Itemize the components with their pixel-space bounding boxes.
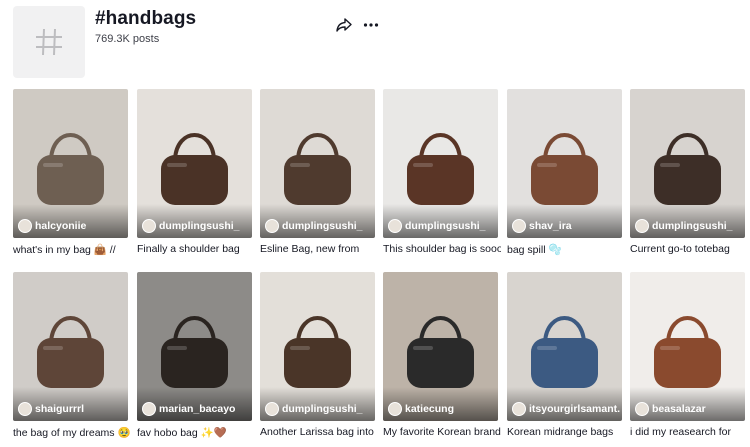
- video-thumbnail[interactable]: dumplingsushi_: [137, 89, 252, 238]
- video-caption[interactable]: what's in my bag 👜 //: [13, 243, 131, 256]
- video-caption[interactable]: fav hobo bag ✨🤎: [137, 426, 255, 439]
- author-row[interactable]: beasalazar: [635, 402, 706, 416]
- author-name: beasalazar: [652, 403, 706, 415]
- avatar: [265, 219, 279, 233]
- author-row[interactable]: dumplingsushi_: [265, 402, 363, 416]
- hashtag-icon: [36, 28, 62, 56]
- author-name: dumplingsushi_: [159, 220, 240, 232]
- author-row[interactable]: marian_bacayo: [142, 402, 235, 416]
- post-count: 769.3K posts: [95, 33, 160, 45]
- page-title: #handbags: [95, 8, 197, 29]
- avatar: [18, 402, 32, 416]
- video-caption[interactable]: My favorite Korean brand: [383, 426, 501, 438]
- author-name: dumplingsushi_: [282, 403, 363, 415]
- avatar: [512, 219, 526, 233]
- video-thumbnail[interactable]: dumplingsushi_: [630, 89, 745, 238]
- video-caption[interactable]: Another Larissa bag into: [260, 426, 378, 438]
- video-card[interactable]: halcyoniie what's in my bag 👜 //: [13, 89, 128, 256]
- avatar: [18, 219, 32, 233]
- video-thumbnail[interactable]: shav_ira: [507, 89, 622, 238]
- video-card[interactable]: dumplingsushi_ Another Larissa bag into: [260, 272, 375, 438]
- video-caption[interactable]: i did my reasearch for: [630, 426, 748, 438]
- avatar: [512, 402, 526, 416]
- video-thumbnail[interactable]: halcyoniie: [13, 89, 128, 238]
- author-row[interactable]: katiecung: [388, 402, 454, 416]
- video-card[interactable]: dumplingsushi_ This shoulder bag is sooo: [383, 89, 501, 255]
- avatar: [635, 402, 649, 416]
- share-button[interactable]: [333, 14, 355, 36]
- video-thumbnail[interactable]: shaigurrrl: [13, 272, 128, 421]
- author-name: halcyoniie: [35, 220, 87, 232]
- author-row[interactable]: itsyourgirlsamant...: [512, 402, 620, 416]
- author-row[interactable]: halcyoniie: [18, 219, 86, 233]
- author-name: shaigurrrl: [35, 403, 85, 415]
- author-name: dumplingsushi_: [282, 220, 363, 232]
- avatar: [142, 402, 156, 416]
- video-card[interactable]: marian_bacayofav hobo bag ✨🤎: [137, 272, 252, 439]
- video-thumbnail[interactable]: dumplingsushi_: [383, 89, 498, 238]
- avatar: [635, 219, 649, 233]
- more-options-button[interactable]: [360, 14, 382, 36]
- avatar: [388, 402, 402, 416]
- author-name: shav_ira: [529, 220, 572, 232]
- hashtag-thumbnail: [13, 6, 85, 78]
- video-card[interactable]: beasalazar i did my reasearch for: [630, 272, 745, 438]
- avatar: [142, 219, 156, 233]
- video-card[interactable]: dumplingsushi_ Current go-to totebag: [630, 89, 745, 255]
- author-name: dumplingsushi_: [652, 220, 733, 232]
- video-thumbnail[interactable]: dumplingsushi_: [260, 272, 375, 421]
- video-caption[interactable]: Finally a shoulder bag: [137, 243, 255, 255]
- video-thumbnail[interactable]: katiecung: [383, 272, 498, 421]
- author-row[interactable]: dumplingsushi_: [265, 219, 363, 233]
- video-caption[interactable]: bag spill 🫧: [507, 243, 625, 256]
- author-name: marian_bacayo: [159, 403, 236, 415]
- video-card[interactable]: katiecung My favorite Korean brand: [383, 272, 501, 438]
- author-row[interactable]: dumplingsushi_: [142, 219, 240, 233]
- author-row[interactable]: shav_ira: [512, 219, 572, 233]
- author-name: katiecung: [405, 403, 455, 415]
- avatar: [265, 402, 279, 416]
- video-card[interactable]: shaigurrrl the bag of my dreams 🥹: [13, 272, 131, 439]
- video-thumbnail[interactable]: beasalazar: [630, 272, 745, 421]
- video-card[interactable]: itsyourgirlsamant... Korean midrange bags: [507, 272, 622, 438]
- author-row[interactable]: dumplingsushi_: [388, 219, 486, 233]
- video-card[interactable]: dumplingsushi_ Finally a shoulder bag: [137, 89, 252, 255]
- video-thumbnail[interactable]: itsyourgirlsamant...: [507, 272, 622, 421]
- author-name: dumplingsushi_: [405, 220, 486, 232]
- video-caption[interactable]: Esline Bag, new from: [260, 243, 378, 255]
- author-row[interactable]: dumplingsushi_: [635, 219, 733, 233]
- author-name: itsyourgirlsamant...: [529, 403, 620, 415]
- hashtag-header: #handbags 769.3K posts: [13, 6, 733, 78]
- avatar: [388, 219, 402, 233]
- video-caption[interactable]: Korean midrange bags: [507, 426, 625, 438]
- video-caption[interactable]: the bag of my dreams 🥹: [13, 426, 131, 439]
- video-thumbnail[interactable]: marian_bacayo: [137, 272, 252, 421]
- video-caption[interactable]: Current go-to totebag: [630, 243, 748, 255]
- video-card[interactable]: shav_irabag spill 🫧: [507, 89, 622, 256]
- more-dots-icon: [363, 23, 379, 27]
- author-row[interactable]: shaigurrrl: [18, 402, 84, 416]
- video-caption[interactable]: This shoulder bag is sooo: [383, 243, 501, 255]
- video-thumbnail[interactable]: dumplingsushi_: [260, 89, 375, 238]
- video-card[interactable]: dumplingsushi_ Esline Bag, new from: [260, 89, 375, 255]
- share-arrow-icon: [336, 18, 352, 32]
